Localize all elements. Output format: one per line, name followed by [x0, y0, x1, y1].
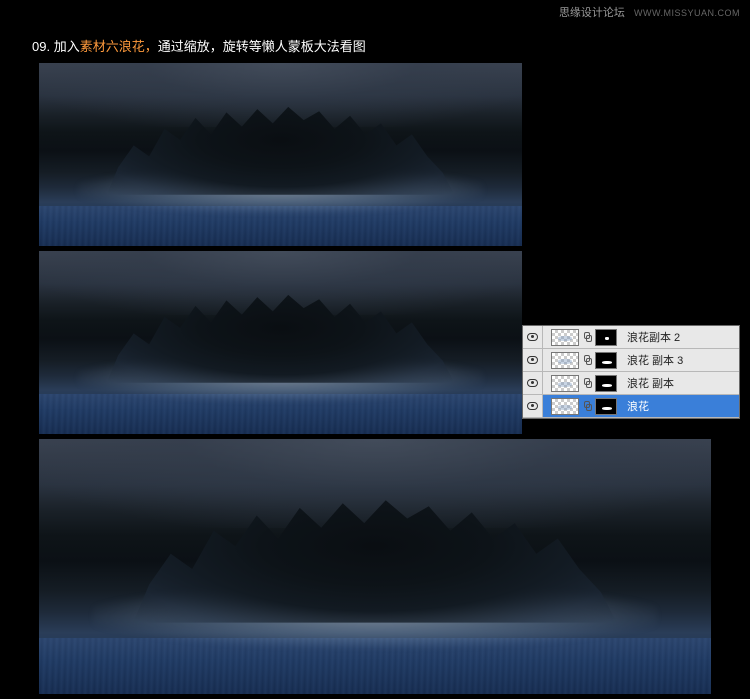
layers-panel: 浪花副本 2 浪花 副本 3 浪花 副本 浪花 — [522, 325, 740, 419]
layer-label: 浪花 — [627, 398, 649, 414]
layer-label: 浪花 副本 — [627, 375, 674, 391]
link-icon[interactable] — [583, 332, 591, 342]
layer-thumbnail[interactable] — [551, 329, 579, 346]
mask-thumbnail[interactable] — [595, 352, 617, 369]
step-num: 09. — [32, 39, 50, 54]
preview-image-2 — [38, 250, 523, 435]
mask-thumbnail[interactable] — [595, 398, 617, 415]
watermark-url: WWW.MISSYUAN.COM — [634, 8, 740, 18]
mask-thumbnail[interactable] — [595, 375, 617, 392]
layer-label: 浪花 副本 3 — [627, 352, 683, 368]
link-icon[interactable] — [583, 355, 591, 365]
eye-icon — [527, 356, 538, 364]
layer-row[interactable]: 浪花 副本 — [523, 372, 739, 395]
visibility-toggle[interactable] — [523, 372, 543, 394]
visibility-toggle[interactable] — [523, 326, 543, 348]
visibility-toggle[interactable] — [523, 395, 543, 417]
layer-row[interactable]: 浪花 副本 3 — [523, 349, 739, 372]
layer-thumbnail[interactable] — [551, 352, 579, 369]
instruction-highlight: 素材六浪花， — [80, 39, 158, 54]
link-icon[interactable] — [583, 378, 591, 388]
watermark-text: 思缘设计论坛 — [559, 7, 625, 19]
preview-image-3 — [38, 438, 712, 695]
layer-thumbnail[interactable] — [551, 398, 579, 415]
watermark: 思缘设计论坛 WWW.MISSYUAN.COM — [559, 4, 740, 20]
layer-row[interactable]: 浪花副本 2 — [523, 326, 739, 349]
instruction-pre: 加入 — [54, 39, 80, 54]
visibility-toggle[interactable] — [523, 349, 543, 371]
eye-icon — [527, 333, 538, 341]
preview-image-1 — [38, 62, 523, 247]
eye-icon — [527, 379, 538, 387]
layer-label: 浪花副本 2 — [627, 329, 680, 345]
mask-thumbnail[interactable] — [595, 329, 617, 346]
link-icon[interactable] — [583, 401, 591, 411]
eye-icon — [527, 402, 538, 410]
instruction-post: 通过缩放，旋转等懒人蒙板大法看图 — [158, 39, 366, 54]
layer-thumbnail[interactable] — [551, 375, 579, 392]
layer-row[interactable]: 浪花 — [523, 395, 739, 418]
step-instruction: 09. 加入素材六浪花，通过缩放，旋转等懒人蒙板大法看图 — [32, 36, 366, 55]
